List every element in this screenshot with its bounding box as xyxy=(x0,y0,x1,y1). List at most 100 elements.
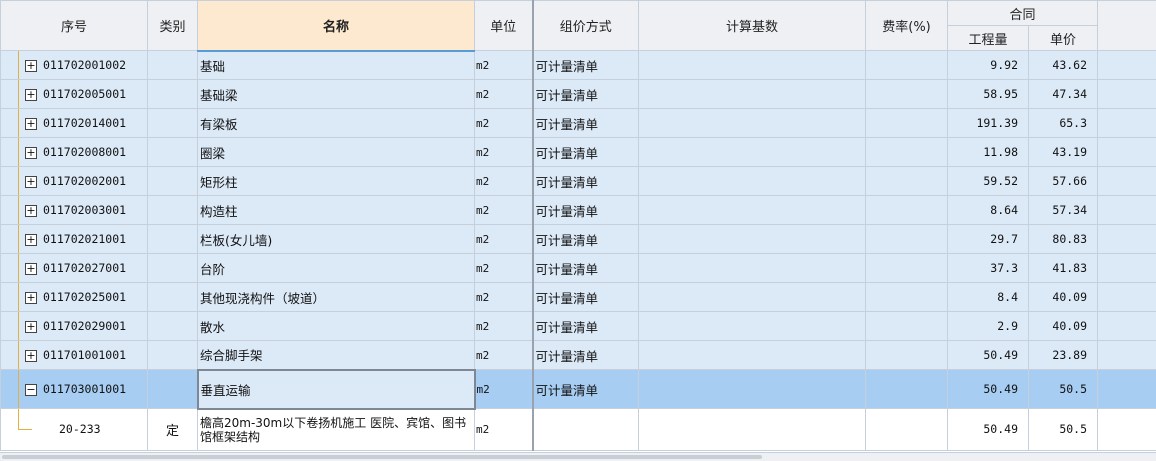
expand-icon[interactable]: + xyxy=(25,321,37,333)
cell-method[interactable]: 可计量清单 xyxy=(533,138,639,167)
cell-price[interactable]: 50.5 xyxy=(1029,370,1098,409)
cell-seq[interactable]: +011702021001 xyxy=(1,225,148,254)
cell-method[interactable]: 可计量清单 xyxy=(533,341,639,370)
cell-rate[interactable] xyxy=(866,138,948,167)
table-row[interactable]: +011702025001其他现浇构件（坡道）m2可计量清单8.440.09 xyxy=(1,283,1156,312)
col-header-base[interactable]: 计算基数 xyxy=(639,1,866,51)
cell-price[interactable]: 43.19 xyxy=(1029,138,1098,167)
cell-rate[interactable] xyxy=(866,167,948,196)
cell-price[interactable]: 23.89 xyxy=(1029,341,1098,370)
cell-unit[interactable]: m2 xyxy=(475,196,533,225)
table-row-sub[interactable]: 20-233定檐高20m-30m以下卷扬机施工 医院、宾馆、图书馆框架结构m2 5… xyxy=(1,409,1156,451)
cell-unit[interactable]: m2 xyxy=(475,409,533,451)
cell-base[interactable] xyxy=(639,254,866,283)
col-header-rate[interactable]: 费率(%) xyxy=(866,1,948,51)
cell-name[interactable]: 综合脚手架 xyxy=(198,341,475,370)
cell-seq[interactable]: +011701001001 xyxy=(1,341,148,370)
cell-category[interactable] xyxy=(148,80,198,109)
cell-unit[interactable]: m2 xyxy=(475,167,533,196)
cell-base[interactable] xyxy=(639,283,866,312)
cell-seq[interactable]: +011702003001 xyxy=(1,196,148,225)
cell-category[interactable] xyxy=(148,283,198,312)
cell-category[interactable] xyxy=(148,341,198,370)
table-row[interactable]: +011702014001 有梁板m2可计量清单 191.3965.3 xyxy=(1,109,1156,138)
cell-name[interactable]: 有梁板 xyxy=(198,109,475,138)
cell-base[interactable] xyxy=(639,312,866,341)
cell-unit[interactable]: m2 xyxy=(475,341,533,370)
col-header-quantity[interactable]: 工程量 xyxy=(948,26,1029,51)
expand-icon[interactable]: + xyxy=(25,60,37,72)
cell-category[interactable]: 定 xyxy=(148,409,198,451)
table-row[interactable]: −011703001001垂直运输m2可计量清单50.4950.5 xyxy=(1,370,1156,409)
col-header-price[interactable]: 单价 xyxy=(1029,26,1098,51)
cell-quantity[interactable]: 58.95 xyxy=(948,80,1029,109)
cell-seq[interactable]: 20-233 xyxy=(1,409,148,451)
col-header-seq[interactable]: 序号 xyxy=(1,1,148,51)
collapse-icon[interactable]: − xyxy=(25,384,37,396)
cell-method[interactable] xyxy=(533,409,639,451)
expand-icon[interactable]: + xyxy=(25,176,37,188)
cell-quantity[interactable]: 2.9 xyxy=(948,312,1029,341)
cell-name[interactable]: 散水 xyxy=(198,312,475,341)
cell-base[interactable] xyxy=(639,80,866,109)
cell-name[interactable]: 檐高20m-30m以下卷扬机施工 医院、宾馆、图书馆框架结构 xyxy=(198,409,475,451)
cell-method[interactable]: 可计量清单 xyxy=(533,225,639,254)
cell-price[interactable]: 57.34 xyxy=(1029,196,1098,225)
col-header-name[interactable]: 名称 xyxy=(198,1,475,51)
cell-unit[interactable]: m2 xyxy=(475,80,533,109)
cell-seq[interactable]: +011702027001 xyxy=(1,254,148,283)
cell-price[interactable]: 47.34 xyxy=(1029,80,1098,109)
cell-category[interactable] xyxy=(148,254,198,283)
cell-quantity[interactable]: 29.7 xyxy=(948,225,1029,254)
cell-method[interactable]: 可计量清单 xyxy=(533,254,639,283)
expand-icon[interactable]: + xyxy=(25,234,37,246)
cell-unit[interactable]: m2 xyxy=(475,109,533,138)
cell-method[interactable]: 可计量清单 xyxy=(533,312,639,341)
cell-price[interactable]: 65.3 xyxy=(1029,109,1098,138)
cell-price[interactable]: 41.83 xyxy=(1029,254,1098,283)
expand-icon[interactable]: + xyxy=(25,263,37,275)
cell-method[interactable]: 可计量清单 xyxy=(533,80,639,109)
cell-quantity[interactable]: 8.64 xyxy=(948,196,1029,225)
table-row[interactable]: +011702008001圈梁m2可计量清单11.9843.19 xyxy=(1,138,1156,167)
cell-base[interactable] xyxy=(639,370,866,409)
cell-category[interactable] xyxy=(148,225,198,254)
cell-seq[interactable]: +011702014001 xyxy=(1,109,148,138)
expand-icon[interactable]: + xyxy=(25,350,37,362)
cell-rate[interactable] xyxy=(866,109,948,138)
cell-price[interactable]: 50.5 xyxy=(1029,409,1098,451)
cell-method[interactable]: 可计量清单 xyxy=(533,196,639,225)
cell-name[interactable]: 垂直运输 xyxy=(198,370,475,409)
cell-category[interactable] xyxy=(148,167,198,196)
cell-rate[interactable] xyxy=(866,225,948,254)
cell-name[interactable]: 其他现浇构件（坡道） xyxy=(198,283,475,312)
expand-icon[interactable]: + xyxy=(25,292,37,304)
cell-method[interactable]: 可计量清单 xyxy=(533,51,639,80)
cell-price[interactable]: 40.09 xyxy=(1029,283,1098,312)
table-row[interactable]: +011702027001台阶m2可计量清单37.341.83 xyxy=(1,254,1156,283)
cell-category[interactable] xyxy=(148,370,198,409)
cell-price[interactable]: 80.83 xyxy=(1029,225,1098,254)
cell-quantity[interactable]: 191.39 xyxy=(948,109,1029,138)
cell-name[interactable]: 台阶 xyxy=(198,254,475,283)
cell-seq[interactable]: +011702025001 xyxy=(1,283,148,312)
cell-quantity[interactable]: 50.49 xyxy=(948,341,1029,370)
cell-method[interactable]: 可计量清单 xyxy=(533,109,639,138)
cell-base[interactable] xyxy=(639,341,866,370)
cell-method[interactable]: 可计量清单 xyxy=(533,283,639,312)
cell-rate[interactable] xyxy=(866,312,948,341)
cell-price[interactable]: 57.66 xyxy=(1029,167,1098,196)
cell-rate[interactable] xyxy=(866,51,948,80)
cell-unit[interactable]: m2 xyxy=(475,370,533,409)
cell-quantity[interactable]: 11.98 xyxy=(948,138,1029,167)
cell-name[interactable]: 基础 xyxy=(198,51,475,80)
cell-price[interactable]: 43.62 xyxy=(1029,51,1098,80)
table-row[interactable]: +011702021001栏板(女儿墙)m2可计量清单29.780.83 xyxy=(1,225,1156,254)
cell-rate[interactable] xyxy=(866,341,948,370)
cell-base[interactable] xyxy=(639,51,866,80)
cell-seq[interactable]: −011703001001 xyxy=(1,370,148,409)
cell-quantity[interactable]: 9.92 xyxy=(948,51,1029,80)
cell-seq[interactable]: +011702001002 xyxy=(1,51,148,80)
expand-icon[interactable]: + xyxy=(25,118,37,130)
cell-rate[interactable] xyxy=(866,283,948,312)
